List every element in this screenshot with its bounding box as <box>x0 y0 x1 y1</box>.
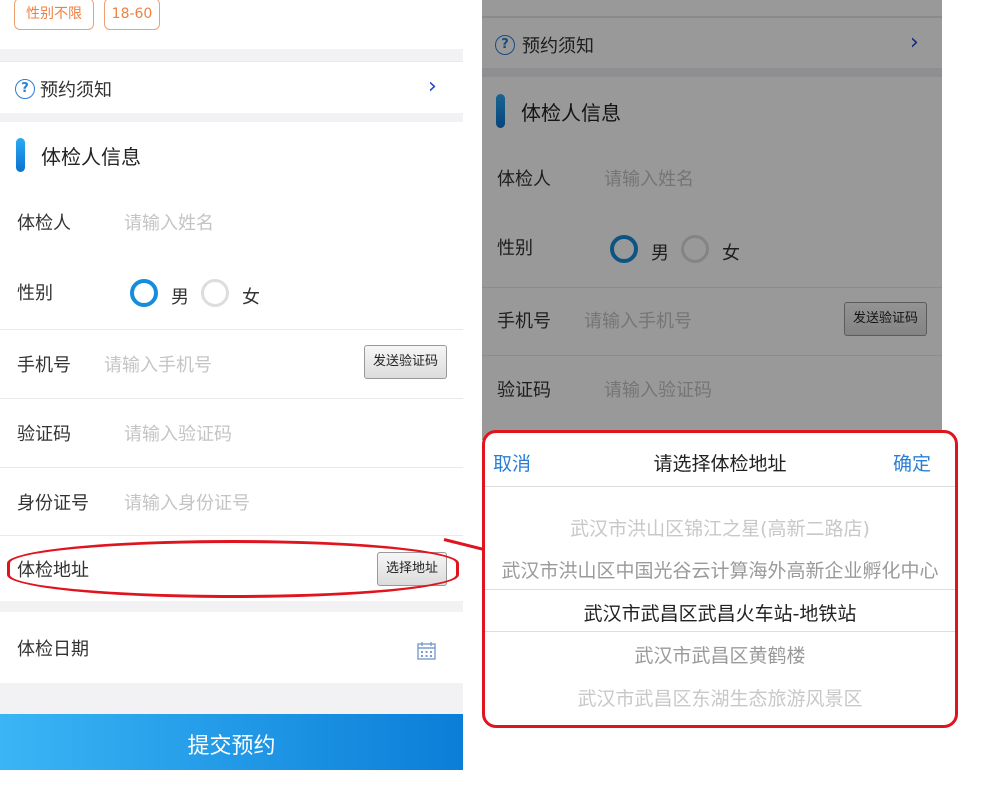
age-tag: 18-60 <box>104 0 160 30</box>
section-accent-bar <box>16 138 25 172</box>
picker-option[interactable]: 武汉市洪山区中国光谷云计算海外高新企业孵化中心 <box>485 556 955 583</box>
idcard-input[interactable]: 请输入身份证号 <box>124 489 250 515</box>
date-label: 体检日期 <box>17 639 89 660</box>
gender-tag: 性别不限 <box>14 0 94 30</box>
send-code-button[interactable]: 发送验证码 <box>364 345 447 379</box>
picker-option[interactable]: 武汉市洪山区锦江之星(高新二路店) <box>485 514 955 541</box>
modal-overlay[interactable] <box>482 0 942 440</box>
right-screen: ? 预约须知 › 体检人信息 体检人 请输入姓名 性别 男 女 手机号 请输入手… <box>482 0 942 440</box>
name-input[interactable]: 请输入姓名 <box>124 209 214 235</box>
picker-option-selected[interactable]: 武汉市武昌区武昌火车站-地铁站 <box>485 599 955 626</box>
picker-selection-line <box>485 589 955 590</box>
picker-header-divider <box>485 486 955 487</box>
phone-label: 手机号 <box>17 355 71 376</box>
left-screen: 性别不限 18-60 ? 预约须知 › 体检人信息 体检人 请输入姓名 性别 男… <box>0 0 463 770</box>
radio-male-label: 男 <box>171 287 189 308</box>
address-highlight <box>7 540 459 598</box>
name-label: 体检人 <box>17 213 71 234</box>
person-info-card: 体检人信息 体检人 请输入姓名 性别 男 女 手机号 请输入手机号 发送验证码 … <box>0 122 463 601</box>
picker-selection-line <box>485 631 955 632</box>
code-input[interactable]: 请输入验证码 <box>124 420 232 446</box>
gender-label: 性别 <box>17 283 53 304</box>
notice-label: 预约须知 <box>40 80 112 101</box>
divider <box>0 398 463 399</box>
picker-confirm-button[interactable]: 确定 <box>893 449 931 476</box>
code-label: 验证码 <box>17 424 71 445</box>
section-title: 体检人信息 <box>41 145 141 169</box>
divider <box>0 535 463 536</box>
tags-card: 性别不限 18-60 <box>0 0 463 49</box>
radio-female[interactable] <box>201 279 229 307</box>
address-picker: 取消 请选择体检地址 确定 武汉市洪山区锦江之星(高新二路店) 武汉市洪山区中国… <box>482 430 958 728</box>
date-row[interactable]: 体检日期 <box>0 612 463 683</box>
picker-option[interactable]: 武汉市武昌区黄鹤楼 <box>485 641 955 668</box>
divider <box>0 329 463 330</box>
question-circle-icon: ? <box>15 79 35 99</box>
radio-female-label: 女 <box>242 287 260 308</box>
picker-option[interactable]: 武汉市武昌区东湖生态旅游风景区 <box>485 684 955 711</box>
chevron-right-icon: › <box>428 74 437 99</box>
phone-input[interactable]: 请输入手机号 <box>104 351 212 377</box>
radio-male[interactable] <box>130 279 158 307</box>
divider <box>0 467 463 468</box>
idcard-label: 身份证号 <box>17 493 89 514</box>
notice-row[interactable]: ? 预约须知 › <box>0 62 463 113</box>
calendar-icon[interactable] <box>417 642 436 660</box>
submit-button[interactable]: 提交预约 <box>0 714 463 770</box>
picker-title: 请选择体检地址 <box>653 453 787 475</box>
